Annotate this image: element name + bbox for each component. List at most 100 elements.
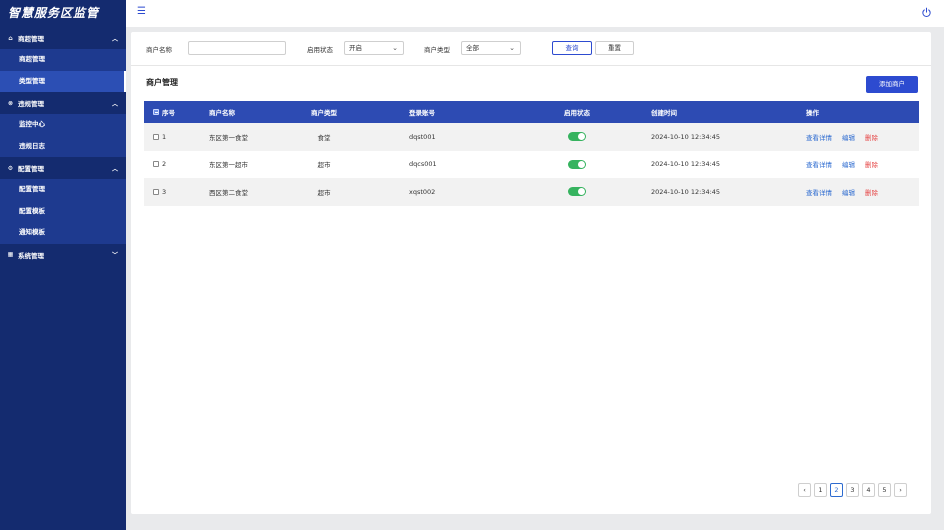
sidebar-item-config-manage[interactable]: 配置管理 xyxy=(0,179,126,201)
select-all-checkbox[interactable] xyxy=(153,109,159,115)
status-select[interactable]: 开启 ⌄ xyxy=(344,41,404,55)
sidebar-group-label: 配置管理 xyxy=(18,165,44,173)
row-status-cell xyxy=(562,178,592,206)
page-button-2[interactable]: 2 xyxy=(830,483,843,497)
status-select-value: 开启 xyxy=(349,44,362,52)
row-ops: 查看详情 编辑 删除 xyxy=(806,178,888,206)
sidebar-group-label: 违规管理 xyxy=(18,100,44,108)
view-detail-link[interactable]: 查看详情 xyxy=(806,159,832,169)
header-account: 登录账号 xyxy=(409,109,435,117)
sidebar-item-shop-manage[interactable]: 商超管理 xyxy=(0,49,126,71)
header-type: 商户类型 xyxy=(311,109,337,117)
row-seq: 2 xyxy=(162,160,167,169)
page-button-4[interactable]: 4 xyxy=(862,483,875,497)
status-label: 启用状态 xyxy=(307,46,333,54)
status-toggle[interactable] xyxy=(568,187,586,197)
status-toggle[interactable] xyxy=(568,132,586,142)
view-detail-link[interactable]: 查看详情 xyxy=(806,187,832,197)
row-seq-cell: 2 xyxy=(153,151,166,179)
edit-link[interactable]: 编辑 xyxy=(842,187,855,197)
row-created: 2024-10-10 12:34:45 xyxy=(651,160,721,169)
app-logo-title: 智慧服务区监管 xyxy=(8,6,100,20)
header-status: 启用状态 xyxy=(564,109,590,117)
row-ops: 查看详情 编辑 删除 xyxy=(806,151,888,179)
row-checkbox[interactable] xyxy=(153,161,159,168)
edit-link[interactable]: 编辑 xyxy=(842,132,855,142)
content-panel: 商户名称 启用状态 开启 ⌄ 商户类型 全部 ⌄ 查询 重置 商户管理 添加商户… xyxy=(131,32,931,514)
next-page-button[interactable]: › xyxy=(894,483,907,497)
row-checkbox[interactable] xyxy=(153,133,159,140)
row-account: dqst001 xyxy=(409,132,436,141)
header-ops: 操作 xyxy=(806,109,819,117)
sidebar-group-violation[interactable]: ⊗ 违规管理 ︿ xyxy=(0,92,126,114)
page-button-1[interactable]: 1 xyxy=(814,483,827,497)
power-icon[interactable] xyxy=(921,7,932,18)
row-created: 2024-10-10 12:34:45 xyxy=(651,132,721,141)
delete-link[interactable]: 删除 xyxy=(865,132,878,142)
page-button-5[interactable]: 5 xyxy=(878,483,891,497)
chevron-up-icon: ︿ xyxy=(111,165,118,173)
row-status-cell xyxy=(562,123,592,151)
row-seq: 1 xyxy=(162,132,167,141)
delete-link[interactable]: 删除 xyxy=(865,187,878,197)
sidebar-group-system[interactable]: ▦ 系统管理 ﹀ xyxy=(0,244,126,266)
sidebar-item-violation-log[interactable]: 违规日志 xyxy=(0,135,126,157)
page-button-3[interactable]: 3 xyxy=(846,483,859,497)
merchant-type-select-value: 全部 xyxy=(466,44,479,52)
row-seq-cell: 1 xyxy=(153,123,166,151)
sidebar-item-notify-template[interactable]: 通知模板 xyxy=(0,222,126,244)
merchant-name-input[interactable] xyxy=(188,41,286,55)
sidebar-group-label: 商超管理 xyxy=(18,35,44,43)
filter-bar: 商户名称 启用状态 开启 ⌄ 商户类型 全部 ⌄ 查询 重置 xyxy=(131,32,931,66)
settings-icon: ⚙ xyxy=(7,164,14,172)
merchant-type-select[interactable]: 全部 ⌄ xyxy=(461,41,521,55)
table-row: 2 东区第一超市 超市 dqcs001 2024-10-10 12:34:45 … xyxy=(144,151,919,179)
top-bar: ☰ xyxy=(126,0,944,27)
merchant-table: 序号 商户名称 商户类型 登录账号 启用状态 创建时间 操作 1 东区第一食堂 … xyxy=(144,101,919,206)
header-name: 商户名称 xyxy=(209,109,235,117)
system-icon: ▦ xyxy=(7,251,14,258)
pagination: ‹ 1 2 3 4 5 › xyxy=(798,483,910,497)
add-merchant-button[interactable]: 添加商户 xyxy=(866,76,918,93)
row-name: 东区第一食堂 xyxy=(209,133,248,142)
sidebar-item-config-template[interactable]: 配置模板 xyxy=(0,200,126,222)
sidebar-group-shop[interactable]: ⌂ 商超管理 ︿ xyxy=(0,27,126,49)
sidebar-item-monitor-center[interactable]: 监控中心 xyxy=(0,114,126,136)
header-seq-label: 序号 xyxy=(162,109,175,117)
chevron-down-icon: ﹀ xyxy=(111,252,118,259)
view-detail-link[interactable]: 查看详情 xyxy=(806,132,832,142)
row-type: 食堂 xyxy=(317,133,331,142)
warning-icon: ⊗ xyxy=(7,99,14,107)
merchant-type-label: 商户类型 xyxy=(424,46,450,54)
row-checkbox[interactable] xyxy=(153,188,159,195)
table-row: 1 东区第一食堂 食堂 dqst001 2024-10-10 12:34:45 … xyxy=(144,123,919,151)
row-ops: 查看详情 编辑 删除 xyxy=(806,123,888,151)
shop-icon: ⌂ xyxy=(8,34,13,42)
sidebar-group-config[interactable]: ⚙ 配置管理 ︿ xyxy=(0,157,126,179)
row-account: dqcs001 xyxy=(409,160,437,169)
header-created: 创建时间 xyxy=(651,109,677,117)
reset-button[interactable]: 重置 xyxy=(595,41,634,55)
row-seq: 3 xyxy=(162,187,167,196)
chevron-down-icon: ⌄ xyxy=(392,44,398,52)
status-toggle[interactable] xyxy=(568,159,586,169)
chevron-down-icon: ⌄ xyxy=(509,44,515,52)
query-button[interactable]: 查询 xyxy=(552,41,592,55)
sidebar-item-type-manage[interactable]: 类型管理 xyxy=(0,70,126,92)
row-type: 超市 xyxy=(317,188,331,197)
row-account: xqst002 xyxy=(409,187,436,196)
row-status-cell xyxy=(562,151,592,179)
menu-toggle-icon[interactable]: ☰ xyxy=(137,7,146,17)
table-row: 3 西区第二食堂 超市 xqst002 2024-10-10 12:34:45 … xyxy=(144,178,919,206)
chevron-up-icon: ︿ xyxy=(111,100,118,108)
edit-link[interactable]: 编辑 xyxy=(842,159,855,169)
prev-page-button[interactable]: ‹ xyxy=(798,483,811,497)
chevron-up-icon: ︿ xyxy=(111,35,118,43)
row-created: 2024-10-10 12:34:45 xyxy=(651,187,721,196)
delete-link[interactable]: 删除 xyxy=(865,159,878,169)
row-name: 西区第二食堂 xyxy=(209,188,248,197)
row-seq-cell: 3 xyxy=(153,178,166,206)
merchant-name-label: 商户名称 xyxy=(146,46,172,54)
header-seq: 序号 xyxy=(153,101,175,123)
section-title: 商户管理 xyxy=(146,78,178,87)
